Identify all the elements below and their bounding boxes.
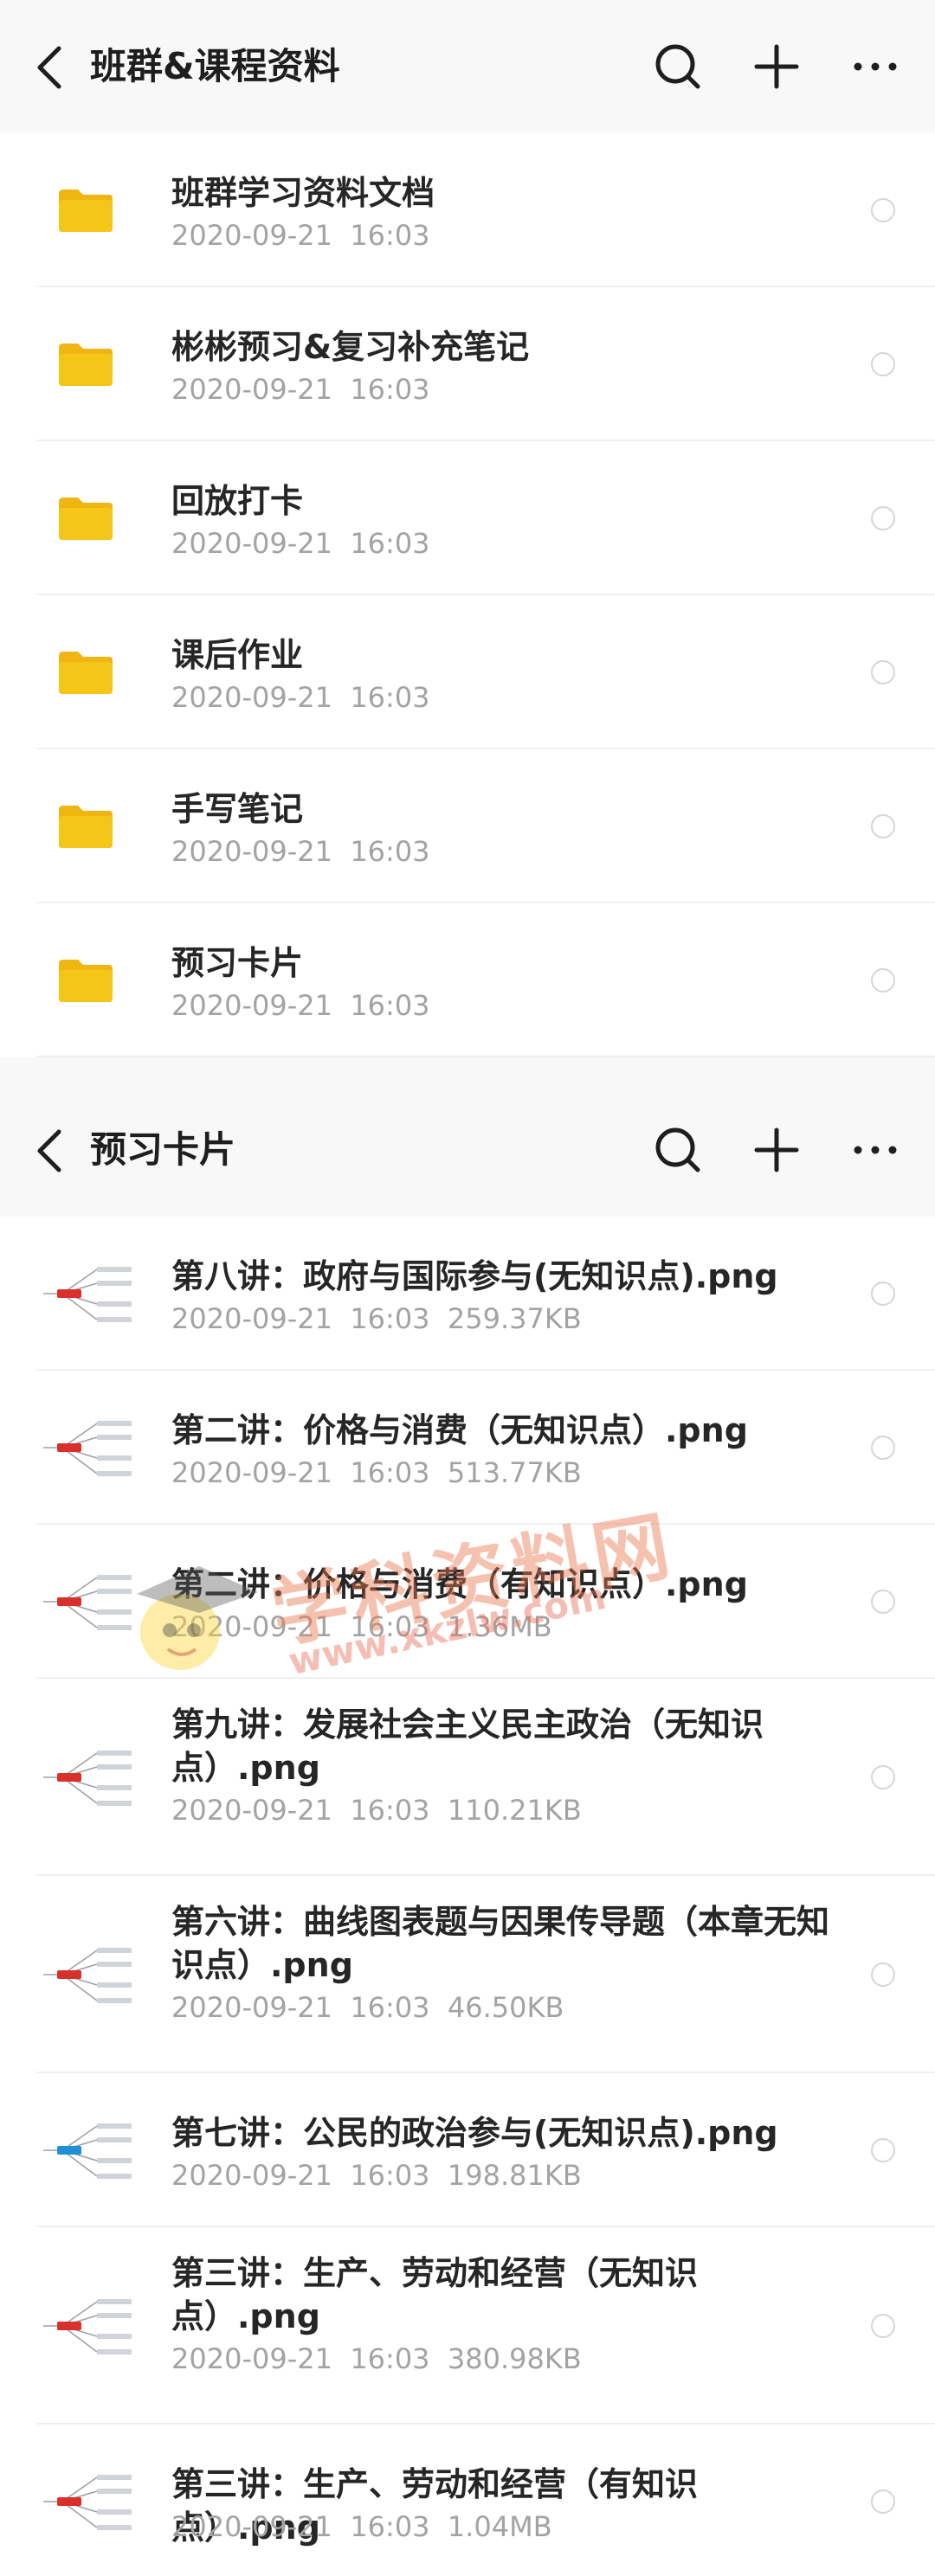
file-info: 2020-09-21 16:03 198.81KB <box>171 2159 582 2192</box>
top-bar: 预习卡片 <box>0 1083 935 1217</box>
mindmap-thumbnail-icon <box>36 1736 137 1819</box>
plus-icon[interactable] <box>748 38 805 95</box>
file-info: 2020-09-21 16:03 46.50KB <box>171 1991 564 2024</box>
folder-row[interactable]: 手写笔记 2020-09-21 16:03 <box>0 749 935 903</box>
file-name: 第九讲：发展社会主义民主政治（无知识点）.png <box>171 1706 764 1787</box>
top-bar: 班群&课程资料 <box>0 0 935 133</box>
folder-date: 2020-09-21 16:03 <box>171 989 430 1022</box>
folder-icon <box>59 190 113 232</box>
search-icon[interactable] <box>649 1121 706 1179</box>
file-info: 2020-09-21 16:03 1.04MB <box>171 2510 552 2543</box>
folder-row[interactable]: 预习卡片 2020-09-21 16:03 <box>0 903 935 1057</box>
folder-name: 彬彬预习&复习补充笔记 <box>171 328 530 366</box>
mindmap-thumbnail-icon <box>36 1933 137 2016</box>
mindmap-thumbnail-icon <box>36 1406 137 1489</box>
select-radio[interactable] <box>871 1282 895 1306</box>
folder-name: 班群学习资料文档 <box>171 174 435 212</box>
select-radio[interactable] <box>871 506 895 530</box>
file-screen: 预习卡片 第八讲：政府与国际参与(无知识点).png 2020-09-21 16:… <box>0 1083 935 2576</box>
file-info: 2020-09-21 16:03 110.21KB <box>171 1794 582 1827</box>
file-info: 2020-09-21 16:03 259.37KB <box>171 1302 582 1335</box>
folder-row[interactable]: 回放打卡 2020-09-21 16:03 <box>0 441 935 595</box>
folder-screen: 班群&课程资料 班群学习资料文档 2020-09-21 16:03 彬彬预习&复习补… <box>0 0 935 1083</box>
select-radio[interactable] <box>871 2489 895 2514</box>
folder-icon <box>59 498 113 540</box>
more-dots-icon[interactable] <box>847 1121 904 1179</box>
page-title: 预习卡片 <box>90 1128 236 1171</box>
folder-name: 手写笔记 <box>171 790 304 828</box>
plus-icon[interactable] <box>748 1121 805 1179</box>
select-radio[interactable] <box>871 352 895 376</box>
folder-name: 回放打卡 <box>171 482 304 520</box>
file-row[interactable]: 第九讲：发展社会主义民主政治（无知识点）.png 2020-09-21 16:03… <box>0 1679 935 1876</box>
more-dots-icon[interactable] <box>847 38 904 95</box>
select-radio[interactable] <box>871 2138 895 2162</box>
file-row[interactable]: 第三讲：生产、劳动和经营（无知识点）.png 2020-09-21 16:03 3… <box>0 2227 935 2425</box>
folder-date: 2020-09-21 16:03 <box>171 681 430 714</box>
folder-list: 班群学习资料文档 2020-09-21 16:03 彬彬预习&复习补充笔记 2020-… <box>0 133 935 1057</box>
select-radio[interactable] <box>871 1590 895 1614</box>
file-name: 第三讲：生产、劳动和经营（无知识点）.png <box>171 2254 699 2335</box>
select-radio[interactable] <box>871 198 895 222</box>
file-info: 2020-09-21 16:03 380.98KB <box>171 2342 582 2375</box>
chevron-left-icon[interactable] <box>33 1127 68 1175</box>
folder-row[interactable]: 彬彬预习&复习补充笔记 2020-09-21 16:03 <box>0 287 935 441</box>
select-radio[interactable] <box>871 660 895 684</box>
file-row[interactable]: 第六讲：曲线图表题与因果传导题（本章无知识点）.png 2020-09-21 16… <box>0 1876 935 2073</box>
select-radio[interactable] <box>871 968 895 992</box>
watermark-mascot-icon <box>137 1566 258 1670</box>
file-name: 第六讲：曲线图表题与因果传导题（本章无知识点）.png <box>171 1903 830 1984</box>
mindmap-thumbnail-icon <box>36 1252 137 1335</box>
folder-date: 2020-09-21 16:03 <box>171 219 430 252</box>
folder-name: 课后作业 <box>171 636 304 674</box>
row-divider <box>36 1056 935 1057</box>
select-radio[interactable] <box>871 814 895 838</box>
select-radio[interactable] <box>871 1436 895 1460</box>
folder-row[interactable]: 课后作业 2020-09-21 16:03 <box>0 595 935 749</box>
folder-icon <box>59 806 113 848</box>
file-name: 第八讲：政府与国际参与(无知识点).png <box>171 1257 778 1295</box>
file-row[interactable]: 第二讲：价格与消费（无知识点）.png 2020-09-21 16:03 513.… <box>0 1371 935 1525</box>
file-list: 第八讲：政府与国际参与(无知识点).png 2020-09-21 16:03 25… <box>0 1217 935 2576</box>
folder-icon <box>59 344 113 386</box>
file-row[interactable]: 第三讲：生产、劳动和经营（有知识点）.png 2020-09-21 16:03 1… <box>0 2425 935 2576</box>
page-title: 班群&课程资料 <box>90 45 340 87</box>
folder-date: 2020-09-21 16:03 <box>171 527 430 560</box>
mindmap-thumbnail-icon <box>36 2460 137 2543</box>
folder-icon <box>59 960 113 1002</box>
folder-name: 预习卡片 <box>171 944 304 982</box>
file-info: 2020-09-21 16:03 513.77KB <box>171 1456 582 1489</box>
chevron-left-icon[interactable] <box>33 43 68 92</box>
folder-date: 2020-09-21 16:03 <box>171 373 430 406</box>
folder-row[interactable]: 班群学习资料文档 2020-09-21 16:03 <box>0 133 935 287</box>
file-name: 第七讲：公民的政治参与(无知识点).png <box>171 2114 778 2152</box>
select-radio[interactable] <box>871 1765 895 1789</box>
folder-icon <box>59 652 113 694</box>
file-name: 第二讲：价格与消费（无知识点）.png <box>171 1411 748 1449</box>
folder-date: 2020-09-21 16:03 <box>171 835 430 868</box>
search-icon[interactable] <box>649 38 706 95</box>
file-row[interactable]: 第八讲：政府与国际参与(无知识点).png 2020-09-21 16:03 25… <box>0 1217 935 1371</box>
select-radio[interactable] <box>871 1963 895 1987</box>
mindmap-thumbnail-icon <box>36 2109 137 2192</box>
file-row[interactable]: 第七讲：公民的政治参与(无知识点).png 2020-09-21 16:03 19… <box>0 2073 935 2227</box>
mindmap-thumbnail-icon <box>36 2284 137 2367</box>
select-radio[interactable] <box>871 2314 895 2338</box>
